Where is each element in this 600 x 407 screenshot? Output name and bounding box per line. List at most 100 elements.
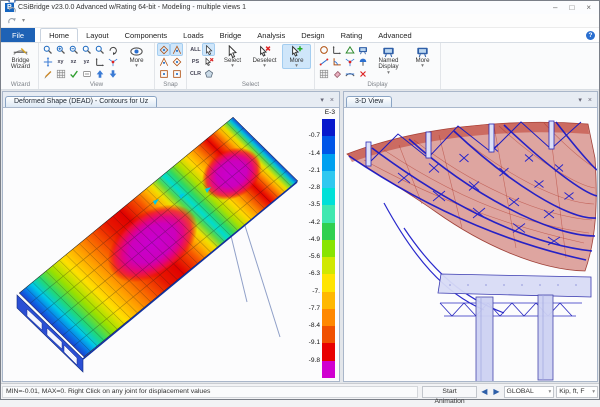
show-joint-icon[interactable] — [344, 56, 355, 67]
show-labels-icon[interactable] — [81, 68, 92, 79]
minimize-icon[interactable]: – — [553, 3, 557, 13]
menu-tab-loads[interactable]: Loads — [175, 28, 211, 42]
legend-band-10 — [322, 292, 335, 309]
legend-tick: -7. — [312, 288, 320, 295]
select-all-icon[interactable]: ALL — [190, 44, 201, 55]
pan-icon[interactable] — [42, 56, 53, 67]
redo-icon[interactable] — [6, 15, 17, 26]
show-tables-icon[interactable] — [318, 68, 329, 79]
show-shell-icon[interactable] — [344, 44, 355, 55]
tab-deformed-shape[interactable]: Deformed Shape (DEAD) - Contours for Uz — [5, 96, 157, 107]
menu-tab-layout[interactable]: Layout — [78, 28, 117, 42]
start-animation-button[interactable]: Start Animation — [422, 386, 477, 398]
three-d-viewport[interactable] — [344, 108, 597, 381]
zoom-window-icon[interactable] — [42, 44, 53, 55]
legend-tick: -1.4 — [309, 150, 320, 157]
coordinate-system-select[interactable]: GLOBAL▾ — [504, 386, 555, 398]
close-view-icon[interactable]: × — [330, 97, 334, 105]
rotate-3d-view-icon[interactable] — [107, 44, 118, 55]
legend-tick: -2.1 — [309, 167, 320, 174]
menu-tab-advanced[interactable]: Advanced — [370, 28, 419, 42]
select-poly-icon[interactable] — [203, 68, 214, 79]
show-frame-icon[interactable] — [318, 56, 329, 67]
chevron-down-icon: ▾ — [421, 64, 424, 68]
show-load-icon[interactable] — [357, 56, 368, 67]
get-previous-selection-icon[interactable]: PS — [190, 56, 201, 67]
panel-deformed-shape: Deformed Shape (DEAD) - Contours for Uz … — [2, 91, 340, 382]
show-monitor-icon[interactable] — [357, 44, 368, 55]
draw-mode-icon[interactable] — [42, 68, 53, 79]
legend-band-2 — [322, 154, 335, 171]
undo-icon[interactable] — [6, 4, 17, 15]
select-pointer-icon[interactable] — [203, 44, 214, 55]
zoom-out-icon[interactable] — [68, 44, 79, 55]
view-3d-icon[interactable] — [107, 56, 118, 67]
previous-step-icon[interactable]: ◀ — [479, 387, 489, 397]
menu-tab-rating[interactable]: Rating — [333, 28, 371, 42]
menu-tab-home[interactable]: Home — [40, 28, 78, 42]
show-angle-icon[interactable] — [331, 56, 342, 67]
legend-band-9 — [322, 274, 335, 291]
next-step-icon[interactable]: ▶ — [491, 387, 501, 397]
view-more-button[interactable]: More ▾ — [122, 44, 151, 68]
qat-dropdown-icon[interactable]: ▾ — [22, 17, 25, 24]
menu-tab-components[interactable]: Components — [117, 28, 176, 42]
show-bridge-icon[interactable] — [344, 68, 355, 79]
view-xz-icon[interactable]: xz — [68, 56, 79, 67]
menu-tab-analysis[interactable]: Analysis — [249, 28, 293, 42]
axes-display-icon[interactable] — [94, 56, 105, 67]
menu-tab-bridge[interactable]: Bridge — [212, 28, 250, 42]
status-bar: MIN=-0.01, MAX=0. Right Click on any joi… — [1, 383, 599, 399]
show-axes-icon[interactable] — [331, 44, 342, 55]
units-select[interactable]: Kip, ft, F▾ — [556, 386, 598, 398]
clear-selection-icon[interactable]: CLR — [190, 68, 201, 79]
snap-to-intersections-icon[interactable] — [171, 56, 182, 67]
snap-to-perpendicular-icon[interactable] — [158, 68, 169, 79]
menu-tab-design[interactable]: Design — [293, 28, 332, 42]
ribbon-group-wizard: Bridge Wizard Wizard — [3, 43, 39, 89]
show-grid-icon[interactable] — [55, 68, 66, 79]
view-yz-icon[interactable]: yz — [81, 56, 92, 67]
window-menu-icon[interactable]: ▾ — [578, 97, 582, 105]
show-axes-check-icon[interactable] — [68, 68, 79, 79]
bridge-wizard-button[interactable]: Bridge Wizard — [6, 44, 35, 71]
select-more-button[interactable]: More ▾ — [282, 44, 311, 69]
snap-to-grid-icon[interactable] — [171, 68, 182, 79]
contour-viewport[interactable]: E-3 -0.7-1.4-2.1-2.8-3.5-4.2-4.9-5.6-6.3… — [3, 108, 339, 381]
legend-tick: -9.8 — [309, 357, 320, 364]
right-panel-tabstrip: 3-D View ▾ × — [344, 92, 597, 108]
legend-band-3 — [322, 171, 335, 188]
zoom-in-icon[interactable] — [55, 44, 66, 55]
help-icon[interactable]: ? — [586, 31, 595, 40]
contour-legend: E-3 -0.7-1.4-2.1-2.8-3.5-4.2-4.9-5.6-6.3… — [301, 109, 338, 379]
deselect-pointer-icon[interactable] — [203, 56, 214, 67]
named-display-button[interactable]: Named Display ▾ — [372, 44, 405, 75]
save-icon[interactable] — [6, 0, 17, 4]
close-icon[interactable]: × — [586, 3, 591, 13]
legend-tick: -0.7 — [309, 132, 320, 139]
shrink-objects-icon[interactable] — [94, 68, 105, 79]
window-menu-icon[interactable]: ▾ — [320, 97, 324, 105]
show-clear-icon[interactable] — [357, 68, 368, 79]
show-undeformed-icon[interactable] — [318, 44, 329, 55]
restore-icon[interactable]: □ — [569, 3, 574, 13]
show-eraser-icon[interactable] — [331, 68, 342, 79]
snap-to-ends-icon[interactable] — [158, 56, 169, 67]
menu-bar: File HomeLayoutComponentsLoadsBridgeAnaly… — [1, 28, 599, 43]
display-more-button[interactable]: More ▾ — [408, 44, 437, 68]
legend-tick: -7.7 — [309, 305, 320, 312]
pier-columns — [476, 295, 553, 381]
chevron-down-icon: ▾ — [135, 64, 138, 68]
zoom-previous-icon[interactable] — [94, 44, 105, 55]
menu-tab-file[interactable]: File — [1, 28, 35, 42]
zoom-extents-icon[interactable] — [81, 44, 92, 55]
snap-to-midpoints-icon[interactable] — [171, 44, 182, 55]
object-visibility-icon[interactable] — [107, 68, 118, 79]
select-button[interactable]: Select ▾ — [218, 44, 247, 68]
close-view-icon[interactable]: × — [588, 97, 592, 105]
deselect-button[interactable]: Deselect ▾ — [250, 44, 279, 68]
bridge-3d-wireframe — [344, 108, 597, 381]
view-xy-icon[interactable]: xy — [55, 56, 66, 67]
snap-to-joints-icon[interactable] — [158, 44, 169, 55]
tab-3d-view[interactable]: 3-D View — [346, 96, 392, 107]
